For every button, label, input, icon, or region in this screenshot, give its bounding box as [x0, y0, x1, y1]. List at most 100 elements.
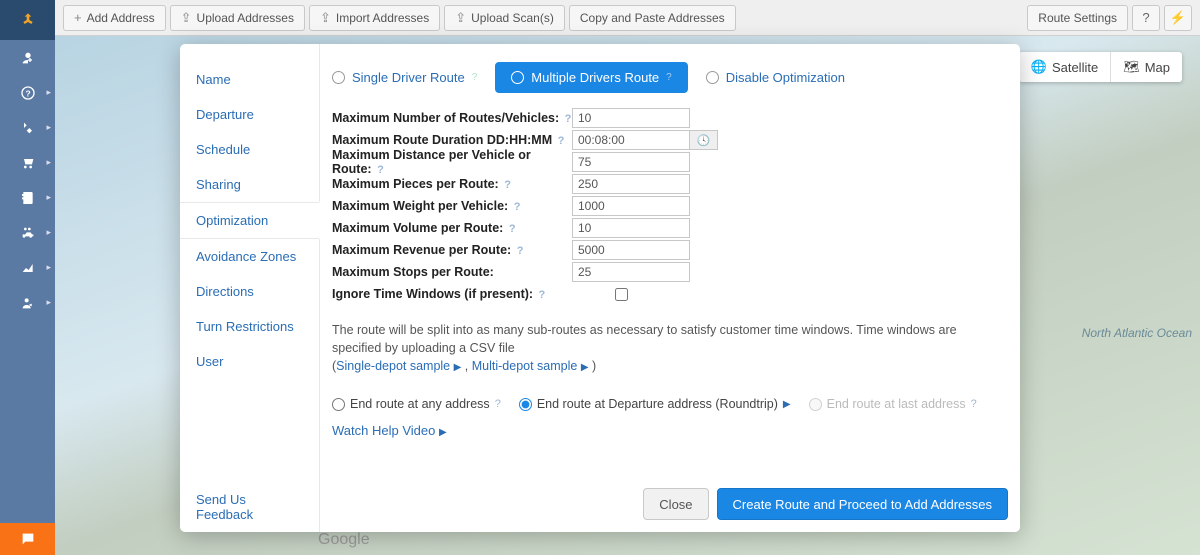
quick-action-button[interactable]: ⚡ — [1164, 5, 1192, 31]
help-icon: ? — [666, 72, 672, 83]
max-revenue-input[interactable] — [572, 240, 690, 260]
sidebar-item-schedule[interactable]: Schedule — [180, 132, 319, 167]
upload-icon: ⇪ — [181, 10, 192, 26]
nav-help[interactable]: ? ▸ — [0, 75, 55, 110]
plus-icon: + — [74, 10, 82, 25]
radio-icon — [511, 71, 524, 84]
duration-picker-button[interactable]: 🕓 — [690, 130, 718, 150]
help-icon[interactable]: ? — [509, 223, 516, 235]
sidebar-item-avoidance[interactable]: Avoidance Zones — [180, 239, 319, 274]
end-route-last: End route at last address ? — [809, 397, 977, 411]
nav-routes[interactable]: ▸ — [0, 110, 55, 145]
left-navbar: ? ▸ ▸ ▸ ▸ ▸ ▸ ▸ — [0, 0, 55, 555]
max-revenue-label: Maximum Revenue per Route: ? — [332, 243, 572, 257]
tab-multiple-drivers[interactable]: Multiple Drivers Route? — [495, 62, 687, 93]
fleet-icon — [20, 225, 36, 241]
end-route-departure[interactable]: End route at Departure address (Roundtri… — [519, 397, 791, 411]
help-icon[interactable]: ? — [517, 245, 524, 257]
copy-paste-button[interactable]: Copy and Paste Addresses — [569, 5, 736, 31]
sidebar-item-directions[interactable]: Directions — [180, 274, 319, 309]
multi-depot-sample-link[interactable]: Multi-depot sample ▶ — [472, 359, 589, 373]
end-route-any[interactable]: End route at any address ? — [332, 397, 501, 411]
nav-user-settings[interactable]: ▸ — [0, 285, 55, 320]
upload-scans-button[interactable]: ⇪Upload Scan(s) — [444, 5, 565, 31]
help-button[interactable]: ? — [1132, 5, 1160, 31]
max-stops-label: Maximum Stops per Route: — [332, 265, 572, 279]
send-feedback-link[interactable]: Send Us Feedback — [180, 482, 319, 532]
chevron-right-icon: ▸ — [46, 192, 51, 203]
radio-icon — [332, 71, 345, 84]
analytics-icon — [20, 260, 36, 276]
max-volume-label: Maximum Volume per Route: ? — [332, 221, 572, 235]
max-routes-label: Maximum Number of Routes/Vehicles: ? — [332, 111, 572, 125]
route-settings-button[interactable]: Route Settings — [1027, 5, 1128, 31]
chat-button[interactable] — [0, 523, 55, 555]
upload-icon: ⇪ — [455, 10, 466, 26]
sidebar-item-optimization[interactable]: Optimization — [180, 202, 320, 239]
max-duration-input[interactable] — [572, 130, 690, 150]
max-routes-input[interactable] — [572, 108, 690, 128]
satellite-toggle[interactable]: 🌐Satellite — [1019, 52, 1110, 82]
modal-footer: Close Create Route and Proceed to Add Ad… — [320, 478, 1020, 532]
nav-cart[interactable]: ▸ — [0, 145, 55, 180]
import-addresses-label: Import Addresses — [336, 11, 429, 25]
top-toolbar: +Add Address ⇪ Upload Addresses ⇪ Import A… — [55, 0, 1200, 36]
help-icon[interactable]: ? — [495, 398, 501, 410]
single-depot-sample-link[interactable]: Single-depot sample ▶ — [336, 359, 461, 373]
end-route-last-label: End route at last address — [827, 397, 966, 411]
optimization-form: Maximum Number of Routes/Vehicles: ? Max… — [320, 107, 1020, 305]
watch-help-video-link[interactable]: Watch Help Video ▶ — [332, 423, 447, 438]
map-toggle[interactable]: 🗺Map — [1110, 52, 1182, 82]
import-addresses-button[interactable]: ⇪ Import Addresses — [309, 5, 440, 31]
nav-fleet[interactable]: ▸ — [0, 215, 55, 250]
route-type-tabs: Single Driver Route? Multiple Drivers Ro… — [320, 44, 1020, 107]
end-route-options: End route at any address ? End route at … — [320, 373, 1020, 423]
help-circle-icon: ? — [1142, 10, 1149, 25]
ignore-time-windows-checkbox[interactable] — [615, 288, 628, 301]
upload-icon: ⇪ — [320, 10, 331, 26]
help-icon[interactable]: ? — [558, 135, 565, 147]
upload-addresses-button[interactable]: ⇪ Upload Addresses — [170, 5, 305, 31]
tab-single-driver[interactable]: Single Driver Route? — [332, 70, 477, 85]
max-stops-input[interactable] — [572, 262, 690, 282]
max-pieces-label: Maximum Pieces per Route: ? — [332, 177, 572, 191]
chevron-right-icon: ▸ — [46, 157, 51, 168]
tab-disable-optimization[interactable]: Disable Optimization — [706, 70, 845, 85]
end-route-departure-radio[interactable] — [519, 398, 532, 411]
video-icon: ▶ — [439, 427, 447, 438]
sidebar-item-sharing[interactable]: Sharing — [180, 167, 319, 202]
route-icon — [20, 120, 36, 136]
sidebar-item-name[interactable]: Name — [180, 62, 319, 97]
help-icon[interactable]: ? — [377, 164, 384, 176]
help-icon[interactable]: ? — [514, 201, 521, 213]
sidebar-item-turn-restrictions[interactable]: Turn Restrictions — [180, 309, 319, 344]
create-route-button[interactable]: Create Route and Proceed to Add Addresse… — [717, 488, 1008, 520]
sidebar-item-user[interactable]: User — [180, 344, 319, 379]
close-button[interactable]: Close — [643, 488, 708, 520]
help-icon[interactable]: ? — [504, 179, 511, 191]
help-icon[interactable]: ? — [565, 113, 572, 125]
sidebar-item-departure[interactable]: Departure — [180, 97, 319, 132]
nav-analytics[interactable]: ▸ — [0, 250, 55, 285]
max-weight-label: Maximum Weight per Vehicle: ? — [332, 199, 572, 213]
nav-addressbook[interactable]: ▸ — [0, 180, 55, 215]
max-pieces-input[interactable] — [572, 174, 690, 194]
app-logo — [0, 0, 55, 40]
max-distance-input[interactable] — [572, 152, 690, 172]
max-volume-input[interactable] — [572, 218, 690, 238]
nav-add-user[interactable] — [0, 40, 55, 75]
logo-icon — [20, 12, 36, 28]
map-type-toggle: 🌐Satellite 🗺Map — [1019, 52, 1182, 82]
google-watermark: Google — [318, 531, 370, 549]
max-weight-input[interactable] — [572, 196, 690, 216]
chevron-right-icon: ▸ — [46, 297, 51, 308]
route-settings-modal: Name Departure Schedule Sharing Optimiza… — [180, 44, 1020, 532]
tab-disable-label: Disable Optimization — [726, 70, 845, 85]
svg-text:?: ? — [25, 88, 30, 98]
chevron-right-icon: ▸ — [46, 87, 51, 98]
upload-addresses-label: Upload Addresses — [197, 11, 294, 25]
add-address-button[interactable]: +Add Address — [63, 5, 166, 31]
help-icon: ? — [20, 85, 36, 101]
help-icon[interactable]: ? — [539, 289, 546, 301]
end-route-any-radio[interactable] — [332, 398, 345, 411]
